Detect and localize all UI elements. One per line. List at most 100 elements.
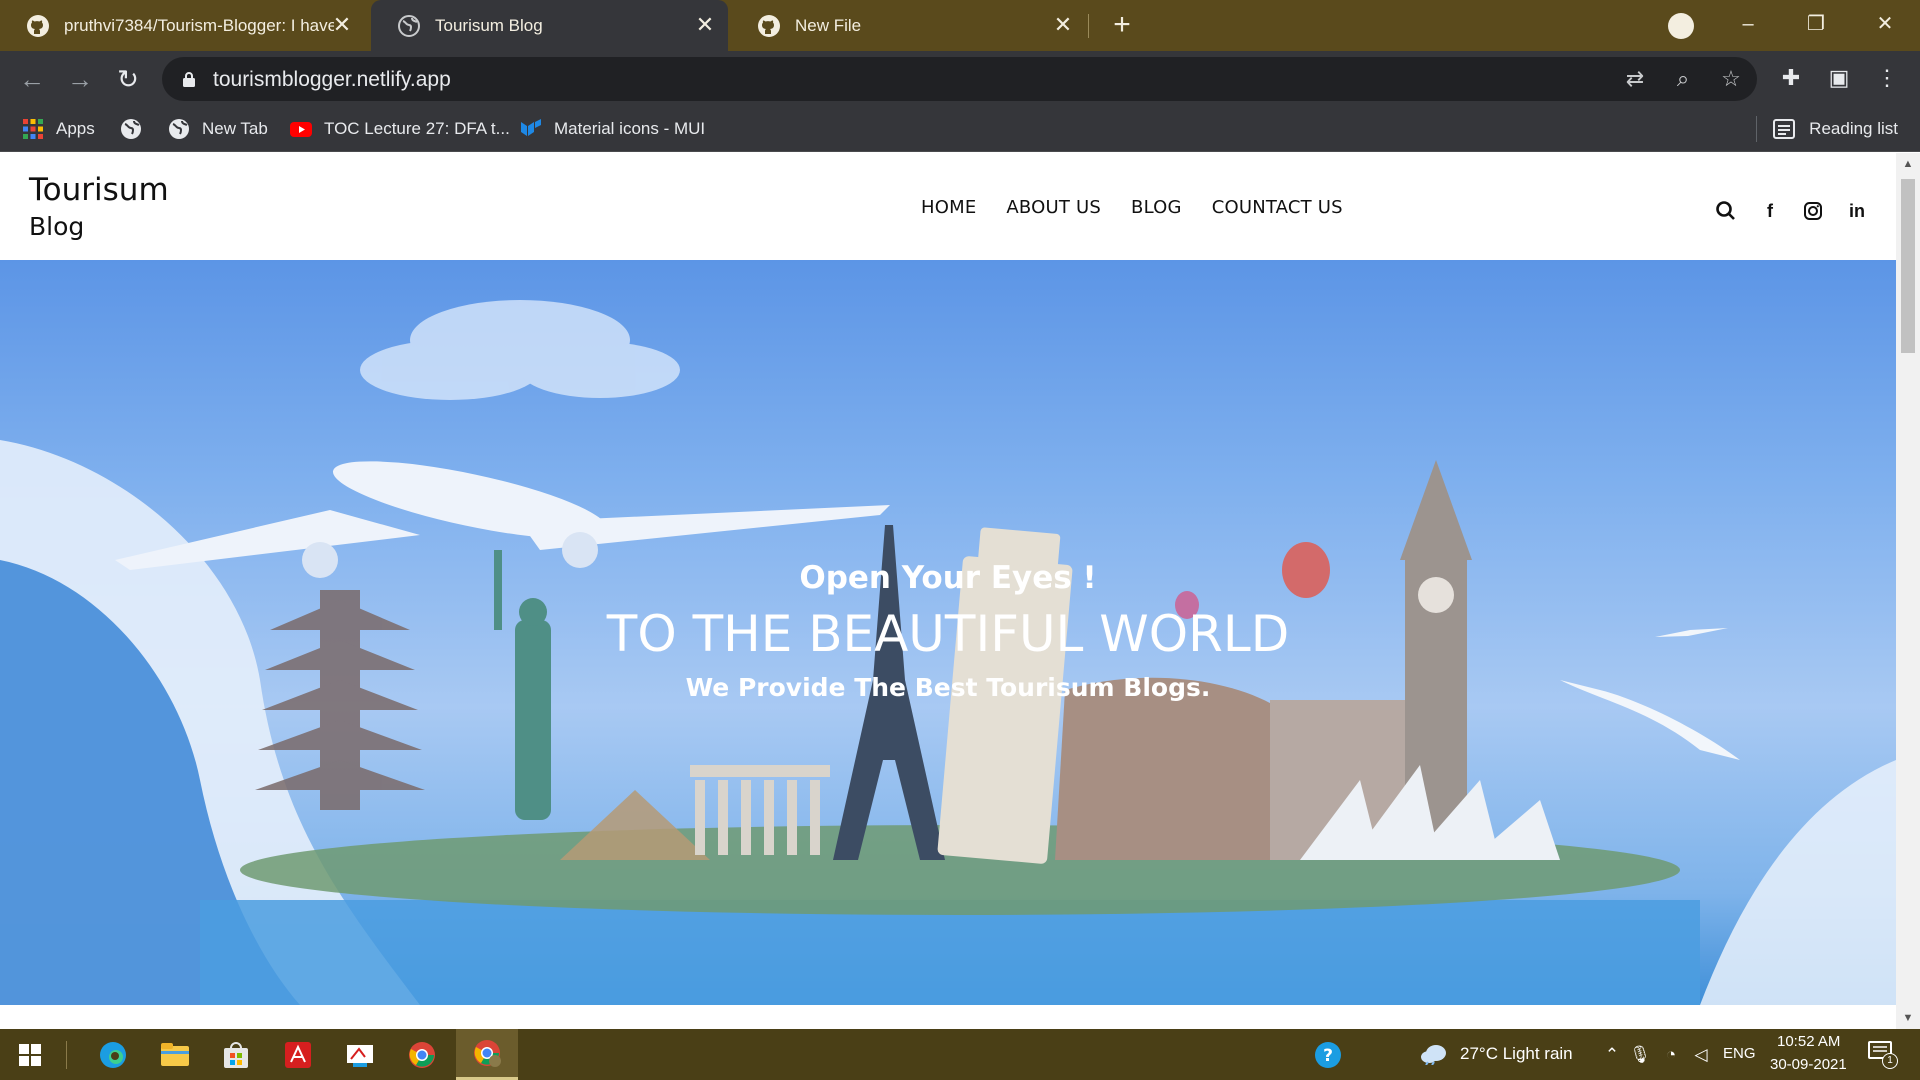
back-arrow-icon[interactable]: ←	[14, 61, 50, 97]
logo-subtitle: Blog	[29, 212, 85, 241]
acrobat-icon	[285, 1041, 311, 1068]
scroll-down-arrow-icon[interactable]: ▼	[1901, 1011, 1915, 1025]
taskbar-chrome[interactable]	[394, 1029, 450, 1080]
start-button[interactable]	[2, 1029, 58, 1080]
menu-kebab-icon[interactable]: ⋮	[1872, 63, 1902, 93]
chrome-profile-icon	[474, 1040, 501, 1067]
github-icon	[27, 14, 49, 37]
folder-icon	[161, 1042, 189, 1066]
browser-toolbar: ← → ↻ tourismblogger.netlify.app ⇄ ⌕ ☆	[0, 51, 1920, 106]
hero-banner: Open Your Eyes ! TO THE BEAUTIFUL WORLD …	[0, 260, 1896, 1005]
close-tab-icon[interactable]: ✕	[329, 12, 355, 38]
github-icon	[758, 14, 780, 37]
store-icon	[224, 1041, 248, 1068]
site-logo[interactable]: Tourisum Blog	[29, 171, 169, 245]
tab-title: New File	[795, 15, 862, 35]
tab-github-repo[interactable]: pruthvi7384/Tourism-Blogger: I have ✕	[0, 0, 365, 51]
bookmark-material-icons[interactable]: Material icons - MUI	[520, 106, 705, 152]
bookmarks-bar: Apps New Tab TOC Lecture 27: DFA t... Ma…	[0, 106, 1920, 152]
scroll-thumb[interactable]	[1901, 179, 1915, 353]
notification-center-button[interactable]: 1	[1868, 1041, 1898, 1069]
mui-icon	[521, 119, 541, 136]
bookmark-apps[interactable]: Apps	[22, 106, 95, 152]
sea-shape	[200, 900, 1700, 1005]
clock-time[interactable]: 10:52 AM	[1777, 1033, 1840, 1050]
apps-grid-icon	[23, 119, 43, 139]
close-window-icon[interactable]: ✕	[1862, 6, 1908, 42]
logo-title: Tourisum	[29, 172, 169, 208]
notification-badge: 1	[1882, 1053, 1898, 1069]
restore-icon[interactable]: ❐	[1793, 6, 1839, 42]
url-text[interactable]: tourismblogger.netlify.app	[213, 68, 451, 92]
weather-cloud-icon	[1421, 1045, 1446, 1065]
language-indicator[interactable]: ENG	[1723, 1045, 1756, 1062]
nav-home[interactable]: HOME	[921, 197, 976, 218]
clock-date[interactable]: 30-09-2021	[1770, 1056, 1847, 1073]
hero-title: TO THE BEAUTIFUL WORLD	[606, 605, 1290, 663]
taskbar-edge[interactable]	[85, 1029, 141, 1080]
zoom-icon[interactable]: ⌕	[1670, 66, 1696, 92]
tab-title: pruthvi7384/Tourism-Blogger: I have	[64, 15, 334, 35]
new-tab-button[interactable]: +	[1106, 10, 1138, 42]
weather-text[interactable]: 27°C Light rain	[1460, 1044, 1573, 1064]
cloud-shapes	[360, 300, 680, 400]
translate-icon[interactable]: ⇄	[1622, 66, 1648, 92]
address-bar[interactable]: tourismblogger.netlify.app ⇄ ⌕ ☆	[162, 57, 1757, 101]
bookmark-label: New Tab	[202, 119, 268, 138]
taskbar-snipping-tool[interactable]	[332, 1029, 388, 1080]
reading-list-label: Reading list	[1809, 119, 1898, 138]
reload-icon[interactable]: ↻	[110, 61, 146, 97]
chevron-up-icon[interactable]: ⌃	[1601, 1044, 1623, 1066]
tab-separator	[1088, 14, 1089, 38]
nav-blog[interactable]: BLOG	[1131, 197, 1182, 218]
bookmark-new-tab[interactable]: New Tab	[168, 106, 268, 152]
tab-title: Tourisum Blog	[435, 15, 543, 35]
tab-new-file[interactable]: New File ✕	[731, 0, 1086, 51]
windows-logo-icon	[19, 1043, 41, 1066]
svg-text:?: ?	[1323, 1046, 1333, 1066]
taskbar-acrobat[interactable]	[270, 1029, 326, 1080]
speaker-icon[interactable]: ◁	[1690, 1044, 1712, 1066]
bookmarks-divider	[1756, 116, 1758, 142]
globe-icon	[398, 14, 420, 37]
profile-avatar-icon[interactable]: ▣	[1824, 63, 1854, 93]
chrome-icon	[409, 1041, 435, 1068]
bookmark-toc-lecture[interactable]: TOC Lecture 27: DFA t...	[290, 106, 510, 152]
close-tab-icon[interactable]: ✕	[1050, 12, 1076, 38]
search-icon[interactable]	[1713, 198, 1739, 224]
edge-icon	[100, 1041, 126, 1068]
help-icon[interactable]: ?	[1314, 1041, 1342, 1069]
extensions-icon[interactable]: ✚	[1776, 63, 1806, 93]
microphone-icon[interactable]: 🎙	[1629, 1044, 1651, 1066]
tab-search-icon[interactable]	[1668, 13, 1694, 39]
scroll-up-arrow-icon[interactable]: ▲	[1901, 157, 1915, 171]
instagram-icon[interactable]	[1800, 198, 1826, 224]
nav-about-us[interactable]: ABOUT US	[1006, 197, 1101, 218]
tab-tourisum-blog[interactable]: Tourisum Blog ✕	[371, 0, 728, 51]
lock-icon	[183, 72, 195, 87]
wave-shape	[1700, 760, 1896, 1005]
wifi-icon[interactable]: ◔	[1660, 1044, 1682, 1066]
browser-tab-bar: pruthvi7384/Tourism-Blogger: I have ✕ To…	[0, 0, 1920, 51]
linkedin-icon[interactable]: in	[1844, 198, 1870, 224]
facebook-icon[interactable]: f	[1757, 198, 1783, 224]
pyramid-shape	[560, 790, 710, 860]
taskbar-chrome-active[interactable]	[456, 1029, 518, 1080]
reading-list-icon	[1773, 119, 1796, 139]
page-scrollbar[interactable]: ▲ ▼	[1896, 153, 1920, 1029]
taskbar-divider	[66, 1041, 67, 1069]
bookmark-label: TOC Lecture 27: DFA t...	[324, 119, 510, 138]
bookmark-globe[interactable]	[120, 106, 154, 152]
hero-subtitle: We Provide The Best Tourisum Blogs.	[685, 673, 1211, 702]
taskbar-file-explorer[interactable]	[147, 1029, 203, 1080]
taskbar-store[interactable]	[208, 1029, 264, 1080]
web-page: Tourisum Blog HOME ABOUT US BLOG COUNTAC…	[0, 153, 1896, 1029]
colosseum-shape	[1055, 677, 1305, 860]
reading-list-button[interactable]: Reading list	[1756, 106, 1898, 152]
bookmark-star-icon[interactable]: ☆	[1718, 66, 1744, 92]
close-tab-icon[interactable]: ✕	[692, 12, 718, 38]
youtube-icon	[290, 122, 312, 137]
forward-arrow-icon[interactable]: →	[62, 61, 98, 97]
nav-contact-us[interactable]: COUNTACT US	[1212, 197, 1343, 218]
minimize-icon[interactable]: –	[1725, 6, 1771, 42]
